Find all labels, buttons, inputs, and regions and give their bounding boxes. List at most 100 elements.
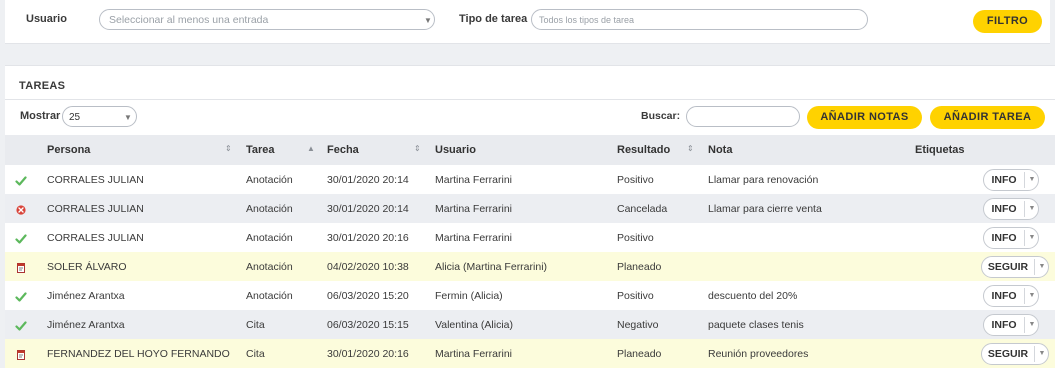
cell-tarea: Anotación bbox=[246, 232, 293, 244]
cell-nota: paquete clases tenis bbox=[708, 319, 804, 331]
cell-nota: Llamar para cierre venta bbox=[708, 203, 822, 215]
cell-persona: Jiménez Arantxa bbox=[47, 319, 125, 331]
cell-persona: CORRALES JULIAN bbox=[47, 203, 144, 215]
add-task-button[interactable]: AÑADIR TAREA bbox=[930, 106, 1045, 129]
tipo-tarea-placeholder: Todos los tipos de tarea bbox=[539, 15, 635, 25]
cell-fecha: 30/01/2020 20:16 bbox=[327, 232, 409, 244]
action-label: INFO bbox=[991, 319, 1017, 331]
chevron-down-icon[interactable]: ▼ bbox=[1035, 257, 1049, 277]
calendar-icon bbox=[15, 261, 27, 273]
cell-nota: Llamar para renovación bbox=[708, 174, 819, 186]
cell-persona: Jiménez Arantxa bbox=[47, 290, 125, 302]
cell-usuario: Fermin (Alicia) bbox=[435, 290, 503, 302]
seguir-button[interactable]: SEGUIR ▼ bbox=[981, 343, 1049, 365]
filter-panel: Usuario Seleccionar al menos una entrada… bbox=[5, 0, 1050, 44]
cell-tarea: Anotación bbox=[246, 290, 293, 302]
cell-resultado: Negativo bbox=[617, 319, 659, 331]
action-label: SEGUIR bbox=[987, 348, 1029, 360]
cell-tarea: Cita bbox=[246, 319, 265, 331]
col-usuario[interactable]: Usuario bbox=[435, 144, 476, 156]
action-label: SEGUIR bbox=[987, 261, 1029, 273]
cell-usuario: Martina Ferrarini bbox=[435, 174, 513, 186]
cell-fecha: 06/03/2020 15:20 bbox=[327, 290, 409, 302]
sort-icon[interactable]: ⇕ bbox=[687, 144, 694, 153]
add-notes-button[interactable]: AÑADIR NOTAS bbox=[807, 106, 922, 129]
sort-asc-icon[interactable]: ▲ bbox=[307, 144, 315, 153]
cell-nota: descuento del 20% bbox=[708, 290, 798, 302]
cell-resultado: Cancelada bbox=[617, 203, 668, 215]
cell-persona: FERNANDEZ DEL HOYO FERNANDO bbox=[47, 348, 230, 360]
info-button[interactable]: INFO ▼ bbox=[983, 169, 1039, 191]
page-size-value: 25 bbox=[69, 112, 81, 123]
col-etiquetas[interactable]: Etiquetas bbox=[915, 144, 965, 156]
col-resultado[interactable]: Resultado bbox=[617, 144, 670, 156]
cell-tarea: Cita bbox=[246, 348, 265, 360]
info-button[interactable]: INFO ▼ bbox=[983, 198, 1039, 220]
buscar-label: Buscar: bbox=[641, 110, 681, 122]
action-label: INFO bbox=[991, 174, 1017, 186]
cell-persona: CORRALES JULIAN bbox=[47, 232, 144, 244]
action-label: INFO bbox=[991, 290, 1017, 302]
cell-nota: Reunión proveedores bbox=[708, 348, 809, 360]
cell-usuario: Valentina (Alicia) bbox=[435, 319, 514, 331]
info-button[interactable]: INFO ▼ bbox=[983, 314, 1039, 336]
col-fecha[interactable]: Fecha bbox=[327, 144, 359, 156]
table-row[interactable]: CORRALES JULIAN Anotación 30/01/2020 20:14… bbox=[5, 194, 1055, 223]
search-input[interactable] bbox=[686, 106, 800, 127]
chevron-down-icon[interactable]: ▼ bbox=[1025, 286, 1039, 306]
calendar-icon bbox=[15, 348, 27, 360]
cell-fecha: 30/01/2020 20:16 bbox=[327, 348, 409, 360]
cell-fecha: 30/01/2020 20:14 bbox=[327, 174, 409, 186]
checkmark-icon bbox=[15, 232, 27, 244]
page-size-select[interactable]: 25 ▼ bbox=[62, 106, 137, 127]
cell-persona: CORRALES JULIAN bbox=[47, 174, 144, 186]
cell-fecha: 04/02/2020 10:38 bbox=[327, 261, 409, 273]
chevron-down-icon[interactable]: ▼ bbox=[1025, 199, 1039, 219]
filtro-button[interactable]: FILTRO bbox=[973, 10, 1042, 33]
sort-icon[interactable]: ⇕ bbox=[225, 144, 232, 153]
cell-fecha: 30/01/2020 20:14 bbox=[327, 203, 409, 215]
cell-usuario: Martina Ferrarini bbox=[435, 348, 513, 360]
info-button[interactable]: INFO ▼ bbox=[983, 285, 1039, 307]
tipo-tarea-select[interactable]: Todos los tipos de tarea bbox=[531, 9, 868, 30]
cell-persona: SOLER ÁLVARO bbox=[47, 261, 127, 273]
action-label: INFO bbox=[991, 203, 1017, 215]
cell-resultado: Positivo bbox=[617, 232, 654, 244]
cell-tarea: Anotación bbox=[246, 261, 293, 273]
table-row[interactable]: Jiménez Arantxa Cita 06/03/2020 15:15 Valen… bbox=[5, 310, 1055, 339]
chevron-down-icon[interactable]: ▼ bbox=[1035, 344, 1049, 364]
info-button[interactable]: INFO ▼ bbox=[983, 227, 1039, 249]
table-row[interactable]: CORRALES JULIAN Anotación 30/01/2020 20:14… bbox=[5, 165, 1055, 194]
col-persona[interactable]: Persona bbox=[47, 144, 90, 156]
seguir-button[interactable]: SEGUIR ▼ bbox=[981, 256, 1049, 278]
cell-tarea: Anotación bbox=[246, 203, 293, 215]
usuario-select[interactable]: Seleccionar al menos una entrada ▼ bbox=[99, 9, 435, 30]
checkmark-icon bbox=[15, 290, 27, 302]
cancel-icon bbox=[15, 203, 27, 215]
table-row[interactable]: SOLER ÁLVARO Anotación 04/02/2020 10:38 Ali… bbox=[5, 252, 1055, 281]
cell-fecha: 06/03/2020 15:15 bbox=[327, 319, 409, 331]
sort-icon[interactable]: ⇕ bbox=[414, 144, 421, 153]
cell-resultado: Positivo bbox=[617, 174, 654, 186]
mostrar-label: Mostrar bbox=[20, 110, 61, 122]
cell-resultado: Planeado bbox=[617, 348, 662, 360]
chevron-down-icon: ▼ bbox=[424, 16, 432, 25]
table-row[interactable]: FERNANDEZ DEL HOYO FERNANDO Cita 30/01/202… bbox=[5, 339, 1055, 368]
chevron-down-icon[interactable]: ▼ bbox=[1025, 170, 1039, 190]
chevron-down-icon[interactable]: ▼ bbox=[1025, 315, 1039, 335]
col-tarea[interactable]: Tarea bbox=[246, 144, 275, 156]
cell-usuario: Martina Ferrarini bbox=[435, 203, 513, 215]
cell-resultado: Positivo bbox=[617, 290, 654, 302]
col-nota[interactable]: Nota bbox=[708, 144, 732, 156]
table-row[interactable]: Jiménez Arantxa Anotación 06/03/2020 15:20… bbox=[5, 281, 1055, 310]
action-label: INFO bbox=[991, 232, 1017, 244]
tipo-tarea-label: Tipo de tarea bbox=[459, 13, 528, 25]
cell-resultado: Planeado bbox=[617, 261, 662, 273]
chevron-down-icon[interactable]: ▼ bbox=[1025, 228, 1039, 248]
table-row[interactable]: CORRALES JULIAN Anotación 30/01/2020 20:16… bbox=[5, 223, 1055, 252]
usuario-select-placeholder: Seleccionar al menos una entrada bbox=[109, 14, 269, 26]
chevron-down-icon: ▼ bbox=[124, 113, 132, 122]
tasks-panel: TAREAS Mostrar 25 ▼ Buscar: AÑADIR NOTAS… bbox=[5, 65, 1055, 368]
table-header: Persona ⇕ Tarea ▲ Fecha ⇕ Usuario Result… bbox=[5, 135, 1055, 165]
cell-usuario: Martina Ferrarini bbox=[435, 232, 513, 244]
